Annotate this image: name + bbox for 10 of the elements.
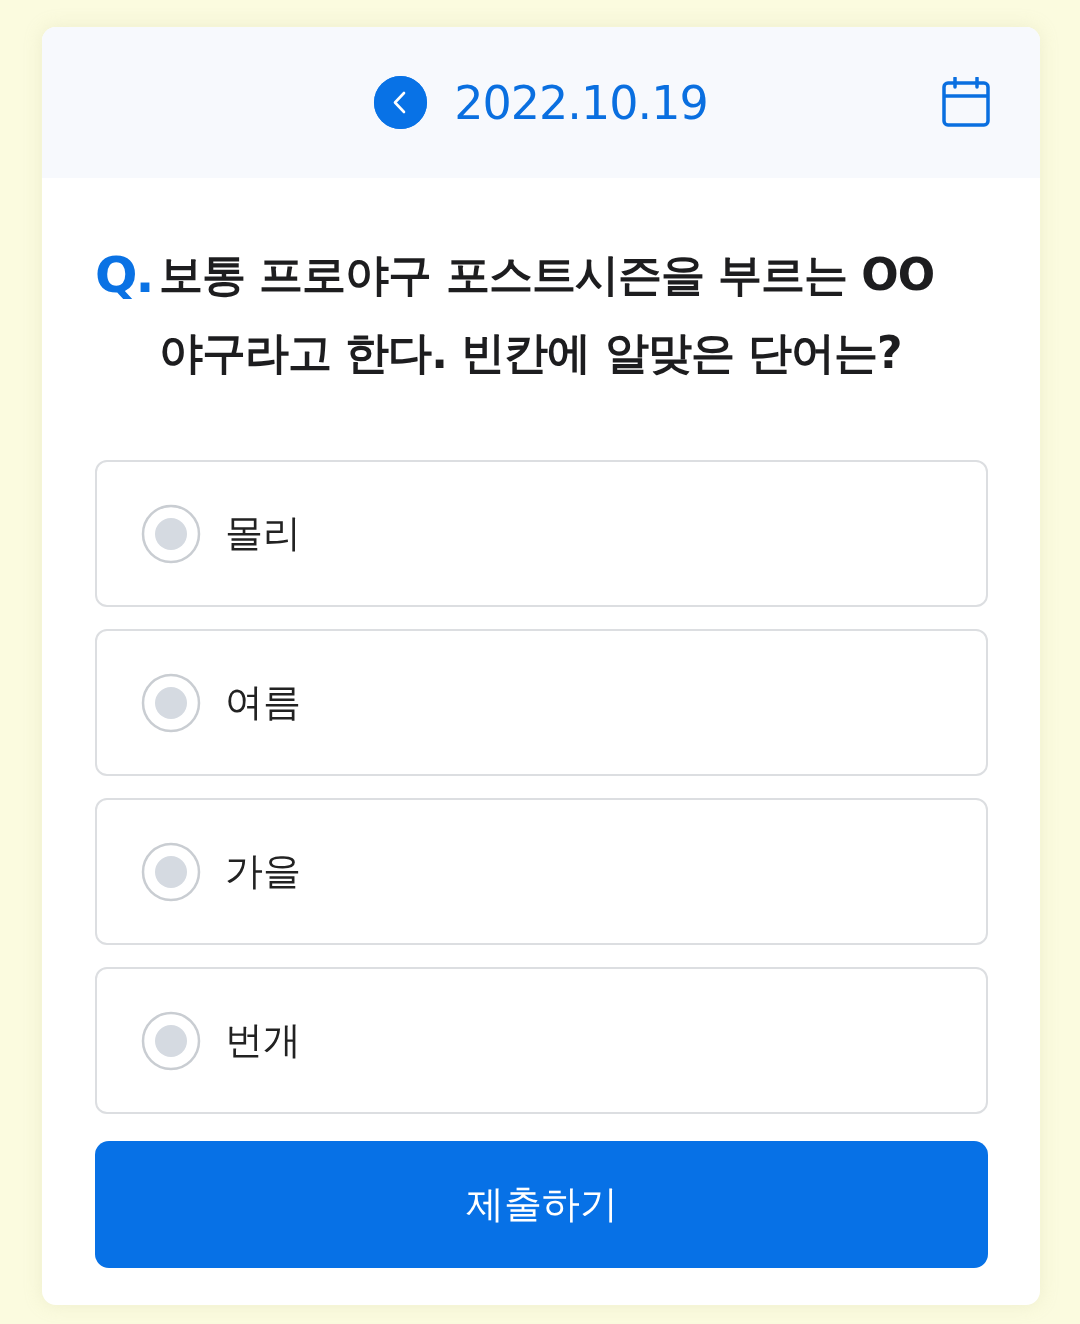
answer-option[interactable]: 가을 [95,798,988,945]
question-text: 보통 프로야구 포스트시즌을 부르는 OO 야구라고 한다. 빈칸에 알맞은 단어는? [159,248,936,380]
submit-button[interactable]: 제출하기 [95,1141,988,1268]
answer-option[interactable]: 여름 [95,629,988,776]
calendar-icon[interactable] [942,77,990,127]
answer-option[interactable]: 번개 [95,967,988,1114]
answer-option[interactable]: 몰리 [95,460,988,607]
back-button[interactable] [374,76,428,129]
date-label: 2022.10.19 [454,75,708,130]
question-prefix: Q. [95,245,154,306]
